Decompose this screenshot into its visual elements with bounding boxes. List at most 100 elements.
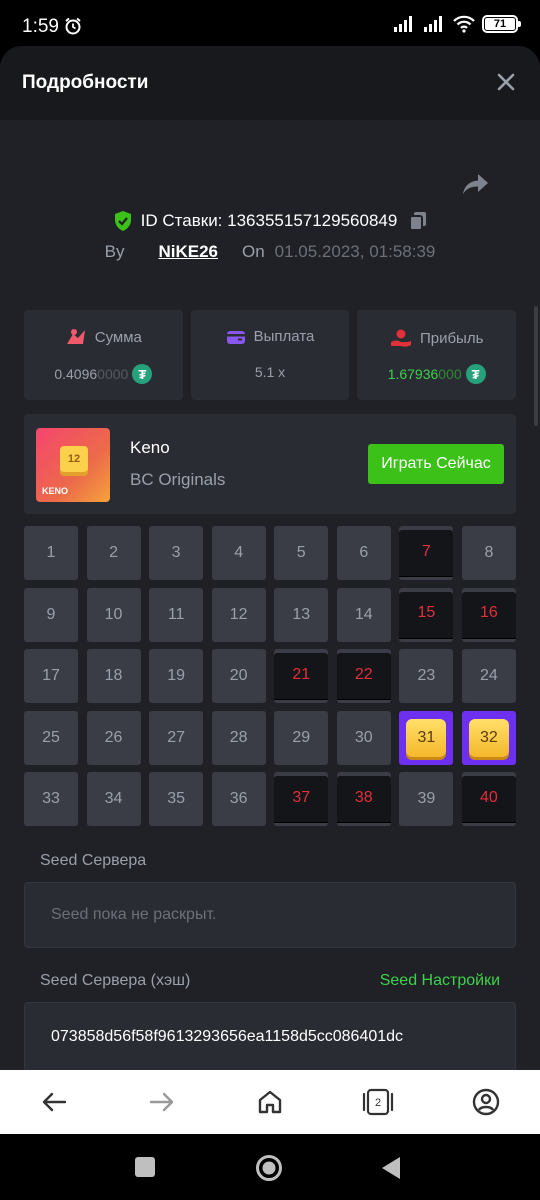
keno-cell: 5	[274, 526, 329, 580]
stat-profit-label: Прибыль	[419, 329, 484, 347]
battery-icon: 71	[482, 15, 521, 33]
stat-payout-label: Выплата	[253, 328, 315, 345]
home-system-icon[interactable]	[255, 1154, 283, 1182]
profit-hand-icon	[390, 329, 411, 347]
stat-amount-label: Сумма	[94, 328, 142, 346]
bet-datetime: 01.05.2023, 01:58:39	[274, 242, 436, 261]
keno-cell: 18	[86, 649, 141, 703]
bet-stats: Сумма 0.40960000 ₮ Выплата 5.1 x Прибыль…	[24, 310, 517, 400]
tabs-icon: 2	[362, 1088, 394, 1116]
back-button[interactable]	[34, 1082, 74, 1122]
alarm-icon	[65, 17, 81, 35]
wallet-icon	[226, 330, 245, 344]
stat-profit: Прибыль 1.67936000 ₮	[357, 310, 517, 400]
signal-icon	[394, 16, 412, 32]
scrollbar[interactable]	[534, 306, 538, 426]
tether-icon: ₮	[132, 364, 153, 384]
keno-cell-miss: 15	[399, 587, 454, 642]
keno-cell: 1	[24, 526, 78, 580]
sheet-header: Подробности	[0, 46, 540, 120]
keno-cell-miss: 38	[336, 772, 391, 826]
keno-cell: 2	[86, 526, 141, 580]
keno-cell: 35	[149, 772, 204, 826]
keno-cell: 8	[461, 526, 516, 580]
thumb-logo-text: KENO	[42, 486, 69, 496]
keno-cell: 28	[211, 710, 266, 765]
keno-cell-miss: 40	[461, 772, 516, 826]
bet-author-row: By NiKE26 On 01.05.2023, 01:58:39	[0, 242, 540, 262]
keno-cell: 11	[149, 587, 204, 642]
server-seed-hash-field[interactable]: 073858d56f58f9613293656ea1158d5cc086401d…	[24, 1002, 516, 1070]
keno-cell: 23	[399, 649, 454, 703]
profile-button[interactable]	[466, 1082, 506, 1122]
keno-cell: 33	[24, 772, 78, 826]
tabs-button[interactable]: 2	[358, 1082, 398, 1122]
keno-cell: 13	[274, 587, 329, 642]
forward-button[interactable]	[142, 1082, 182, 1122]
server-seed-label: Seed Сервера	[40, 852, 147, 869]
keno-cell: 34	[86, 772, 141, 826]
bet-id-row: ID Ставки: 136355157129560849	[0, 210, 540, 232]
stat-profit-value: 1.67936000	[387, 366, 462, 382]
stat-payout: Выплата 5.1 x	[190, 310, 350, 400]
bet-id-value: 136355157129560849	[227, 211, 398, 230]
keno-cell: 39	[399, 772, 454, 826]
gem-icon: 31	[406, 718, 447, 757]
keno-cell: 20	[211, 649, 266, 703]
server-seed-placeholder: Seed пока не раскрыт.	[51, 906, 217, 923]
home-icon	[258, 1090, 282, 1114]
seed-settings-link[interactable]: Seed Настройки	[380, 972, 500, 990]
user-link[interactable]: NiKE26	[158, 242, 218, 262]
tether-icon: ₮	[465, 364, 486, 384]
status-bar: 1:59 71	[0, 0, 540, 52]
keno-cell: 30	[336, 710, 391, 765]
game-provider: BC Originals	[130, 470, 226, 489]
close-icon[interactable]	[496, 72, 516, 92]
keno-cell: 27	[149, 710, 204, 765]
keno-cell: 19	[149, 649, 204, 703]
keno-grid: 1 2 3 4 5 6 7 8 9 10 11 12 13 14 15 16 17 18 19 20 21 22 23 24 2…	[24, 526, 516, 826]
signal-icon-2	[424, 16, 442, 32]
home-button[interactable]	[250, 1082, 290, 1122]
copy-icon[interactable]	[409, 211, 427, 231]
stat-amount: Сумма 0.40960000 ₮	[24, 310, 183, 400]
arrow-right-icon	[149, 1092, 174, 1112]
keno-cell: 6	[336, 526, 391, 580]
keno-cell: 4	[211, 526, 266, 580]
keno-thumbnail[interactable]: 12 KENO	[36, 428, 110, 502]
server-seed-hash-label: Seed Сервера (хэш)	[40, 972, 191, 989]
by-label: By	[104, 242, 125, 261]
bet-id-label: ID Ставки:	[140, 211, 228, 230]
server-seed-field: Seed пока не раскрыт.	[24, 882, 516, 948]
system-nav	[0, 1134, 540, 1200]
game-name: Keno	[130, 438, 170, 457]
keno-cell: 17	[24, 649, 78, 703]
battery-level: 71	[493, 18, 507, 30]
status-time: 1:59	[22, 16, 59, 37]
keno-cell: 10	[86, 587, 141, 642]
wifi-icon	[453, 15, 475, 33]
keno-cell: 12	[211, 587, 266, 642]
play-now-button[interactable]: Играть Сейчас	[368, 444, 504, 484]
keno-cell: 24	[461, 649, 516, 703]
server-seed-hash-value: 073858d56f58f9613293656ea1158d5cc086401d…	[51, 1028, 404, 1045]
tabs-count: 2	[375, 1097, 381, 1109]
page-title: Подробности	[22, 72, 149, 93]
details-sheet: Подробности ID Ставки: 13635515712956084…	[0, 46, 540, 1070]
keno-cell: 14	[336, 587, 391, 642]
keno-cell-miss: 37	[274, 772, 329, 826]
browser-nav: 2	[0, 1070, 540, 1134]
recents-icon[interactable]	[134, 1156, 156, 1178]
keno-cell-hit: 32	[461, 710, 516, 765]
thumb-number: 12	[60, 446, 88, 472]
keno-cell: 36	[211, 772, 266, 826]
keno-cell: 3	[149, 526, 204, 580]
keno-cell-miss: 21	[274, 649, 329, 703]
user-icon	[472, 1088, 500, 1116]
keno-cell-miss: 16	[461, 587, 516, 642]
keno-cell-hit: 31	[399, 710, 454, 765]
stat-payout-value: 5.1 x	[254, 364, 286, 380]
share-icon[interactable]	[462, 172, 490, 196]
keno-cell: 9	[24, 587, 78, 642]
back-system-icon[interactable]	[380, 1155, 402, 1181]
